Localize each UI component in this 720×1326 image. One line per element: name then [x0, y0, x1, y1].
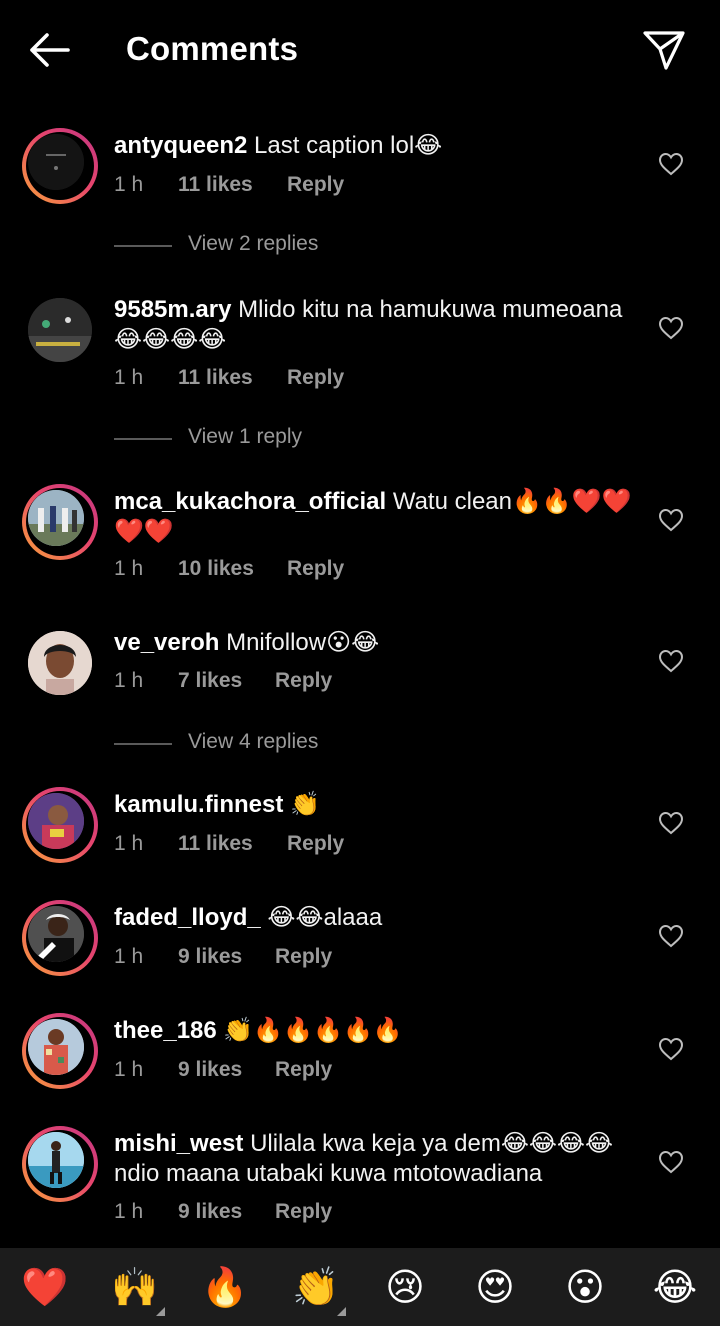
username[interactable]: thee_186: [114, 1017, 217, 1044]
heart-eyes-emoji-button[interactable]: 😍: [467, 1262, 523, 1312]
divider: [114, 245, 172, 247]
timestamp: 1 h: [114, 1200, 144, 1223]
comment-body: Last caption lol😂: [254, 132, 443, 159]
username[interactable]: ve_veroh: [114, 629, 219, 656]
comment-text: antyqueen2 Last caption lol😂: [114, 131, 634, 161]
heart-icon[interactable]: [658, 316, 684, 340]
timestamp: 1 h: [114, 1058, 144, 1081]
heart-emoji-button[interactable]: ❤️: [17, 1262, 73, 1312]
reply-button[interactable]: Reply: [287, 173, 344, 197]
skin-tone-indicator-icon: [337, 1307, 346, 1316]
likes-count[interactable]: 9 likes: [178, 1058, 242, 1082]
avatar[interactable]: [22, 128, 98, 204]
paper-plane-icon[interactable]: [642, 28, 686, 72]
likes-count[interactable]: 11 likes: [178, 173, 253, 197]
reply-button[interactable]: Reply: [275, 1058, 332, 1082]
comment-body: Mnifollow😮😂: [226, 629, 380, 656]
heart-icon[interactable]: [658, 152, 684, 176]
likes-count[interactable]: 7 likes: [178, 669, 242, 693]
divider: [114, 438, 172, 440]
likes-count[interactable]: 10 likes: [178, 557, 254, 581]
comment-body: 😂😂alaaa: [267, 904, 383, 931]
likes-count[interactable]: 11 likes: [178, 832, 253, 856]
arrow-left-icon[interactable]: [26, 30, 72, 70]
reply-button[interactable]: Reply: [275, 945, 332, 969]
skin-tone-indicator-icon: [156, 1307, 165, 1316]
avatar[interactable]: [22, 1126, 98, 1202]
avatar[interactable]: [22, 484, 98, 560]
timestamp: 1 h: [114, 945, 144, 968]
likes-count[interactable]: 11 likes: [178, 366, 253, 390]
avatar[interactable]: [22, 900, 98, 976]
view-replies-link[interactable]: View 4 replies: [114, 730, 414, 758]
reply-button[interactable]: Reply: [275, 669, 332, 693]
comment-text: ve_veroh Mnifollow😮😂: [114, 628, 634, 658]
heart-icon[interactable]: [658, 649, 684, 673]
likes-count[interactable]: 9 likes: [178, 945, 242, 969]
username[interactable]: mishi_west: [114, 1130, 243, 1157]
comment-text: faded_lloyd_ 😂😂alaaa: [114, 903, 634, 933]
likes-count[interactable]: 9 likes: [178, 1200, 242, 1224]
comment-text: 9585m.ary Mlido kitu na hamukuwa mumeoan…: [114, 295, 634, 355]
crying-emoji-button[interactable]: 😢: [377, 1262, 433, 1312]
clapping-emoji-button[interactable]: 👏: [288, 1262, 344, 1312]
heart-icon[interactable]: [658, 811, 684, 835]
surprised-emoji-button[interactable]: 😮: [557, 1262, 613, 1312]
username[interactable]: 9585m.ary: [114, 296, 231, 323]
username[interactable]: kamulu.finnest: [114, 791, 283, 818]
timestamp: 1 h: [114, 832, 144, 855]
timestamp: 1 h: [114, 557, 144, 580]
comment-text: mca_kukachora_official Watu clean🔥🔥❤️❤️❤…: [114, 487, 634, 547]
view-replies-link[interactable]: View 2 replies: [114, 232, 414, 260]
avatar[interactable]: [22, 625, 98, 701]
view-replies-link[interactable]: View 1 reply: [114, 425, 414, 453]
timestamp: 1 h: [114, 366, 144, 389]
comment-text: thee_186 👏🔥🔥🔥🔥🔥: [114, 1016, 634, 1046]
username[interactable]: mca_kukachora_official: [114, 488, 386, 515]
top-bar: Comments: [0, 0, 720, 100]
comment-body: 👏: [290, 791, 320, 818]
avatar[interactable]: [22, 787, 98, 863]
timestamp: 1 h: [114, 669, 144, 692]
reply-button[interactable]: Reply: [287, 366, 344, 390]
username[interactable]: antyqueen2: [114, 132, 247, 159]
timestamp: 1 h: [114, 173, 144, 196]
reply-button[interactable]: Reply: [287, 557, 344, 581]
comment-body: 👏🔥🔥🔥🔥🔥: [223, 1017, 403, 1044]
avatar[interactable]: [22, 1013, 98, 1089]
comment-text: kamulu.finnest 👏: [114, 790, 634, 820]
heart-icon[interactable]: [658, 508, 684, 532]
heart-icon[interactable]: [658, 1037, 684, 1061]
raised-hands-emoji-button[interactable]: 🙌: [107, 1262, 163, 1312]
heart-icon[interactable]: [658, 924, 684, 948]
avatar[interactable]: [22, 292, 98, 368]
username[interactable]: faded_lloyd_: [114, 904, 261, 931]
fire-emoji-button[interactable]: 🔥: [197, 1262, 253, 1312]
comment-text: mishi_west Ulilala kwa keja ya dem😂😂😂😂 n…: [114, 1129, 634, 1189]
heart-icon[interactable]: [658, 1150, 684, 1174]
laughing-emoji-button[interactable]: 😂: [647, 1262, 703, 1312]
reply-button[interactable]: Reply: [275, 1200, 332, 1224]
divider: [114, 743, 172, 745]
emoji-reaction-bar: ❤️ 🙌 🔥 👏 😢 😍 😮 😂: [0, 1248, 720, 1326]
reply-button[interactable]: Reply: [287, 832, 344, 856]
page-title: Comments: [126, 30, 299, 67]
